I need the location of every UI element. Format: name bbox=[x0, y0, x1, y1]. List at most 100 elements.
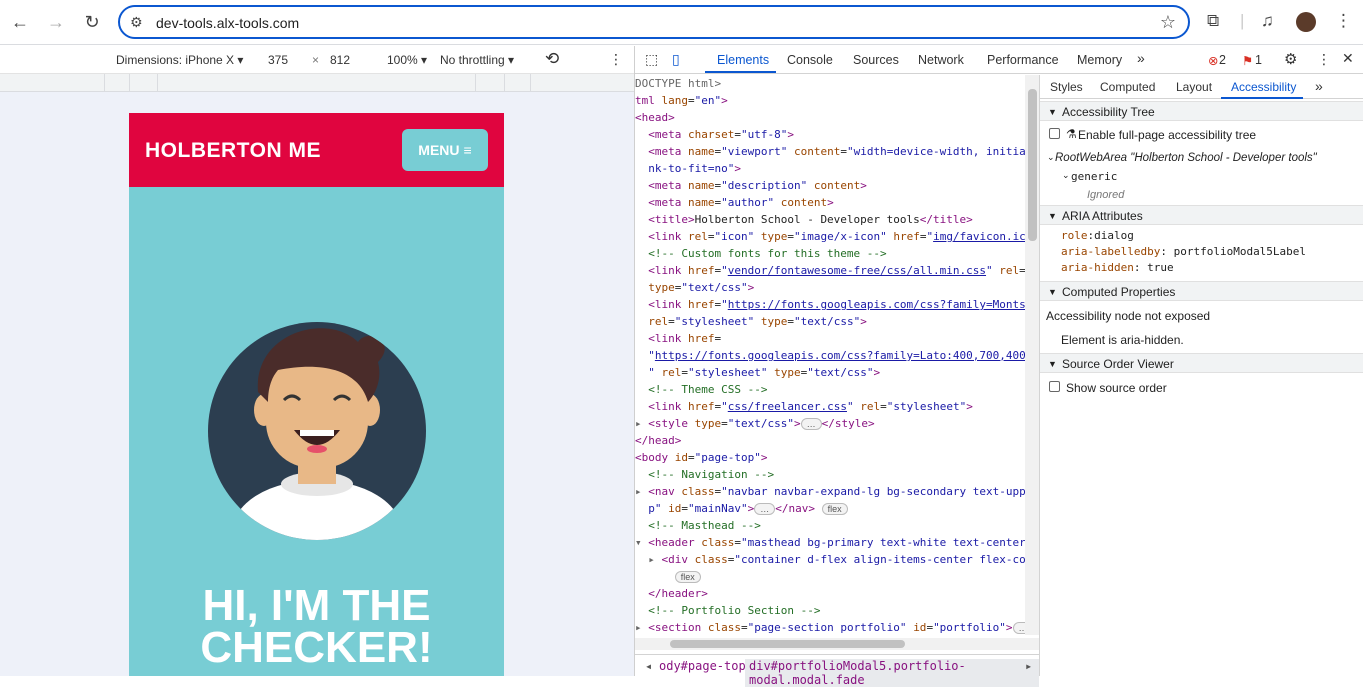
throttling-select[interactable]: No throttling ▾ bbox=[440, 53, 514, 67]
reload-icon[interactable]: ↻ bbox=[80, 10, 104, 34]
more-tabs-icon[interactable]: » bbox=[1137, 50, 1145, 66]
dom-line[interactable]: <meta name="author" content> bbox=[635, 194, 833, 211]
site-info-icon[interactable]: ⚙ bbox=[130, 14, 143, 31]
close-devtools-icon[interactable]: ✕ bbox=[1342, 50, 1354, 67]
breadcrumb-body[interactable]: ody#page-top bbox=[659, 659, 746, 673]
dom-line[interactable]: </header> bbox=[635, 585, 708, 602]
menu-button[interactable]: MENU ≡ bbox=[402, 129, 488, 171]
tab-layout[interactable]: Layout bbox=[1176, 80, 1212, 94]
expand-arrow-icon[interactable]: ⌄ bbox=[1062, 170, 1070, 181]
dom-line[interactable]: tml lang="en"> bbox=[635, 92, 728, 109]
dom-line[interactable]: ▾ <header class="masthead bg-primary tex… bbox=[635, 534, 1025, 551]
settings-gear-icon[interactable]: ⚙ bbox=[1284, 50, 1297, 68]
devtools-menu-icon[interactable]: ⋮ bbox=[1317, 51, 1331, 68]
dom-line[interactable]: ▸ <nav class="navbar navbar-expand-lg bg… bbox=[635, 483, 1025, 500]
bookmark-star-icon[interactable]: ☆ bbox=[1160, 12, 1176, 33]
dom-line[interactable]: <meta name="description" content> bbox=[635, 177, 867, 194]
breadcrumb-scroll-left-icon[interactable]: ◂ bbox=[645, 659, 652, 673]
dom-tree-scroll-thumb[interactable] bbox=[1028, 89, 1037, 241]
dom-tree[interactable]: DOCTYPE html> tml lang="en"> <head> <met… bbox=[635, 75, 1025, 654]
tab-performance[interactable]: Performance bbox=[987, 53, 1059, 67]
extensions-icon[interactable]: ⧉ bbox=[1207, 11, 1219, 31]
tab-elements[interactable]: Elements bbox=[717, 53, 769, 67]
dom-line[interactable]: <link href="https://fonts.googleapis.com… bbox=[635, 296, 1025, 313]
height-input[interactable]: 812 bbox=[330, 53, 350, 67]
aria-attr-name: aria-hidden bbox=[1061, 261, 1134, 274]
rotate-icon[interactable]: ⟲ bbox=[545, 49, 559, 69]
ax-root-node[interactable]: RootWebArea "Holberton School - Develope… bbox=[1055, 152, 1317, 164]
browser-menu-icon[interactable]: ⋮ bbox=[1335, 11, 1352, 31]
dom-line[interactable]: </head> bbox=[635, 432, 681, 449]
error-count[interactable]: 2 bbox=[1219, 53, 1226, 67]
dom-line[interactable]: <link href= bbox=[635, 330, 721, 347]
breadcrumb-scroll-right-icon[interactable]: ▸ bbox=[1025, 659, 1032, 673]
tab-computed[interactable]: Computed bbox=[1100, 80, 1155, 94]
dom-line[interactable]: DOCTYPE html> bbox=[635, 75, 721, 92]
dom-line[interactable]: <!-- Portfolio Section --> bbox=[635, 602, 820, 619]
dom-line[interactable]: <!-- Custom fonts for this theme --> bbox=[635, 245, 886, 262]
device-toggle-icon[interactable]: ▯ bbox=[672, 51, 680, 68]
section-source-order-viewer[interactable]: ▼ Source Order Viewer bbox=[1040, 353, 1363, 373]
tab-network[interactable]: Network bbox=[918, 53, 964, 67]
device-options-icon[interactable]: ⋮ bbox=[609, 51, 623, 68]
dom-line[interactable]: "https://fonts.googleapis.com/css?family… bbox=[635, 347, 1025, 364]
dom-line[interactable]: <body id="page-top"> bbox=[635, 449, 767, 466]
dom-line[interactable]: <link href="css/freelancer.css" rel="sty… bbox=[635, 398, 973, 415]
dom-tree-scrollbar[interactable] bbox=[1025, 75, 1039, 635]
dom-line[interactable]: <!-- Navigation --> bbox=[635, 466, 774, 483]
dom-line[interactable]: p" id="mainNav">… </nav> flex bbox=[635, 500, 848, 517]
horizontal-scrollbar[interactable] bbox=[635, 638, 1039, 650]
dom-line[interactable]: type="text/css"> bbox=[635, 279, 754, 296]
zoom-select[interactable]: 100% ▾ bbox=[387, 53, 427, 67]
dom-line[interactable]: <meta charset="utf-8"> bbox=[635, 126, 794, 143]
dom-line[interactable]: " rel="stylesheet" type="text/css"> bbox=[635, 364, 880, 381]
tab-accessibility[interactable]: Accessibility bbox=[1231, 80, 1296, 94]
expand-arrow-icon[interactable]: ⌄ bbox=[1047, 152, 1055, 163]
dom-line[interactable]: ▸ <style type="text/css">… </style> bbox=[635, 415, 875, 432]
dom-line[interactable]: ▸ <section class="page-section portfolio… bbox=[635, 619, 1025, 636]
sidebar-tab-bar: Styles Computed Layout Accessibility » bbox=[1040, 75, 1363, 99]
enable-full-page-label[interactable]: Enable full-page accessibility tree bbox=[1078, 128, 1256, 142]
emulated-page: HOLBERTON ME MENU ≡ HI, I'M THE CHECKER! bbox=[129, 113, 504, 676]
zoom-label: 100% bbox=[387, 53, 418, 67]
dimensions-select[interactable]: Dimensions: iPhone X ▾ bbox=[116, 53, 243, 67]
dom-line[interactable]: <!-- Masthead --> bbox=[635, 517, 761, 534]
show-source-order-checkbox[interactable] bbox=[1049, 381, 1060, 392]
enable-full-page-checkbox[interactable] bbox=[1049, 128, 1060, 139]
collapse-arrow-icon: ▼ bbox=[1048, 211, 1057, 221]
breadcrumb-div[interactable]: div#portfolioModal5.portfolio-modal.moda… bbox=[745, 659, 1039, 687]
dom-line[interactable]: <title>Holberton School - Developer tool… bbox=[635, 211, 973, 228]
horizontal-scroll-thumb[interactable] bbox=[670, 640, 905, 648]
forward-icon[interactable]: → bbox=[44, 10, 68, 34]
profile-avatar[interactable] bbox=[1296, 12, 1316, 32]
tab-sources[interactable]: Sources bbox=[853, 53, 899, 67]
dom-line[interactable]: nk-to-fit=no"> bbox=[635, 160, 741, 177]
dom-line[interactable]: <!-- Theme CSS --> bbox=[635, 381, 767, 398]
tab-memory[interactable]: Memory bbox=[1077, 53, 1122, 67]
issue-icon[interactable]: ⚑ bbox=[1242, 53, 1253, 68]
dom-line[interactable]: ▸ <div class="container d-flex align-ite… bbox=[635, 551, 1025, 568]
section-accessibility-tree[interactable]: ▼ Accessibility Tree bbox=[1040, 101, 1363, 121]
tab-console[interactable]: Console bbox=[787, 53, 833, 67]
dom-line[interactable]: flex bbox=[635, 568, 701, 585]
brand-logo[interactable]: HOLBERTON ME bbox=[145, 139, 321, 163]
dom-line[interactable]: <head> bbox=[635, 109, 675, 126]
section-aria-attributes[interactable]: ▼ ARIA Attributes bbox=[1040, 205, 1363, 225]
inspect-element-icon[interactable]: ⬚ bbox=[645, 51, 658, 68]
width-input[interactable]: 375 bbox=[268, 53, 288, 67]
dom-line[interactable]: rel="stylesheet" type="text/css"> bbox=[635, 313, 867, 330]
section-computed-properties[interactable]: ▼ Computed Properties bbox=[1040, 281, 1363, 301]
back-icon[interactable]: ← bbox=[8, 10, 32, 34]
url-text[interactable]: dev-tools.alx-tools.com bbox=[156, 15, 299, 31]
issue-count[interactable]: 1 bbox=[1255, 53, 1262, 67]
dom-line[interactable]: <link href="vendor/fontawesome-free/css/… bbox=[635, 262, 1025, 279]
ax-generic-node[interactable]: generic bbox=[1071, 170, 1117, 183]
show-source-order-label[interactable]: Show source order bbox=[1066, 381, 1167, 395]
tab-styles[interactable]: Styles bbox=[1050, 80, 1083, 94]
dom-line[interactable]: <meta name="viewport" content="width=dev… bbox=[635, 143, 1025, 160]
error-icon[interactable]: ⊗ bbox=[1208, 53, 1218, 68]
address-bar[interactable]: ⚙ dev-tools.alx-tools.com ☆ bbox=[118, 5, 1190, 39]
media-control-icon[interactable]: ♫ bbox=[1261, 11, 1274, 31]
more-side-tabs-icon[interactable]: » bbox=[1315, 78, 1323, 94]
dom-line[interactable]: <link rel="icon" type="image/x-icon" hre… bbox=[635, 228, 1025, 245]
